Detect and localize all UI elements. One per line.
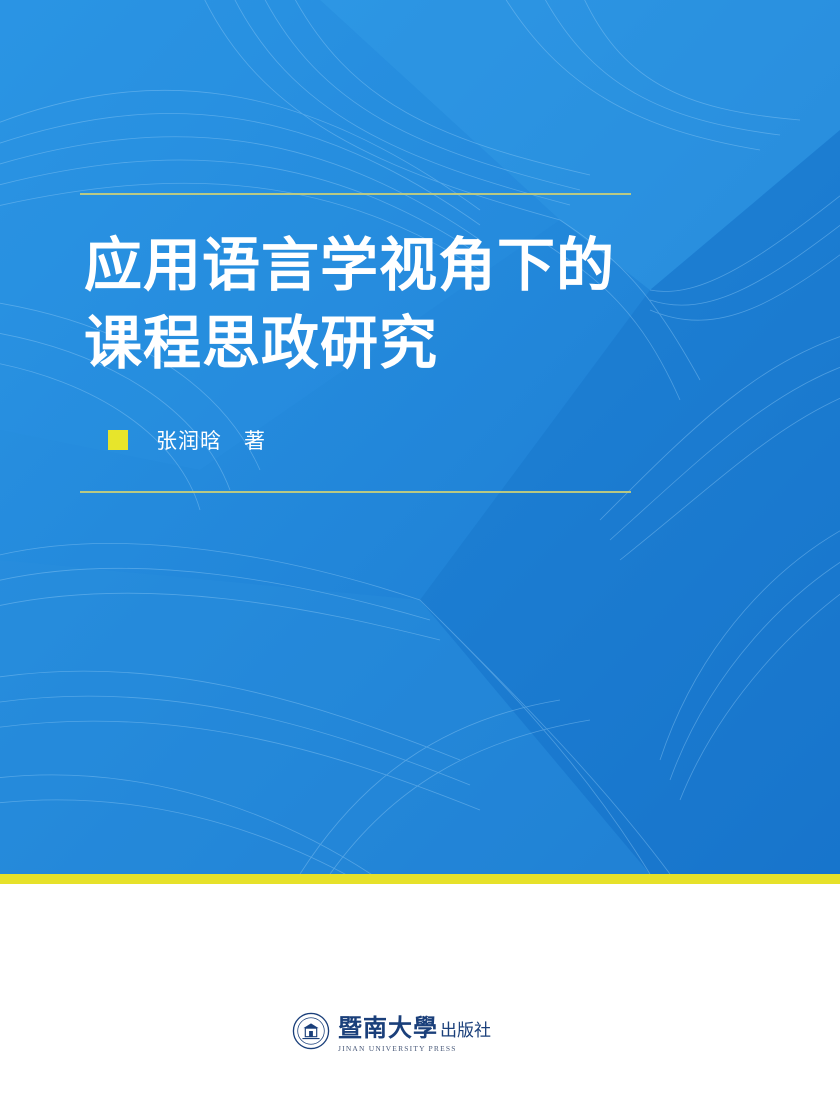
title-line-1: 应用语言学视角下的 <box>84 231 616 299</box>
bottom-divider-line <box>80 491 631 493</box>
publisher-name-line: 暨南大學 出版社 <box>338 1008 491 1043</box>
publisher-english-name: JINAN UNIVERSITY PRESS <box>338 1044 457 1053</box>
publisher-name: 暨南大學 <box>338 1013 438 1042</box>
author-name: 张润晗 <box>156 429 222 453</box>
university-seal-icon <box>292 1012 330 1049</box>
top-divider-line <box>80 193 631 195</box>
publisher-logo: 暨南大學 出版社 JINAN UNIVERSITY PRESS <box>292 1008 491 1053</box>
yellow-accent-stripe <box>0 874 840 884</box>
publisher-suffix: 出版社 <box>440 1021 491 1041</box>
author-role: 著 <box>244 429 265 453</box>
title-line-2: 课程思政研究 <box>84 309 439 377</box>
author-marker-square <box>108 430 128 450</box>
author-row: 张润晗 著 <box>108 426 265 454</box>
book-title: 应用语言学视角下的 课程思政研究 <box>84 226 684 382</box>
publisher-text: 暨南大學 出版社 JINAN UNIVERSITY PRESS <box>338 1008 491 1053</box>
book-cover: 应用语言学视角下的 课程思政研究 张润晗 著 暨南大學 出版社 JINAN UN… <box>0 0 840 1120</box>
cover-blue-background: 应用语言学视角下的 课程思政研究 张润晗 著 <box>0 0 840 874</box>
